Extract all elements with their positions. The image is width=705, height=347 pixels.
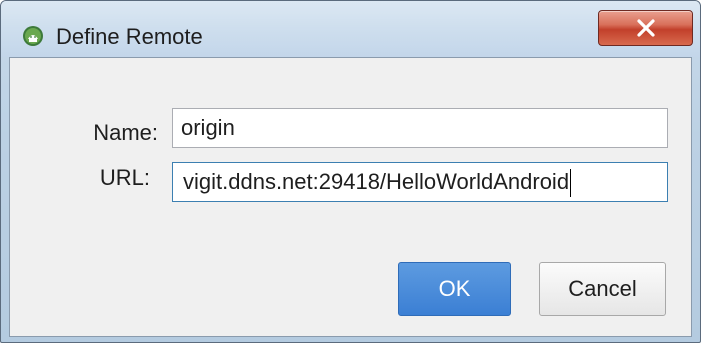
name-label: Name: <box>93 120 158 145</box>
title-bar[interactable]: Define Remote <box>1 1 700 57</box>
text-caret <box>570 169 572 198</box>
ok-button[interactable]: OK <box>398 262 511 316</box>
dialog-content: Name: origin URL: vigit.ddns.net:29418/H… <box>9 57 692 337</box>
close-button[interactable] <box>598 10 693 46</box>
url-label: URL: <box>99 165 150 190</box>
dialog-title: Define Remote <box>56 24 203 49</box>
url-field[interactable]: vigit.ddns.net:29418/HelloWorldAndroid <box>172 162 668 202</box>
name-field[interactable]: origin <box>172 108 668 148</box>
android-studio-icon <box>22 25 44 47</box>
cancel-button[interactable]: Cancel <box>539 262 666 316</box>
define-remote-dialog: Define Remote Name: origin URL: vigit.dd… <box>0 0 701 343</box>
url-field-text: vigit.ddns.net:29418/HelloWorldAndroid <box>183 169 570 194</box>
